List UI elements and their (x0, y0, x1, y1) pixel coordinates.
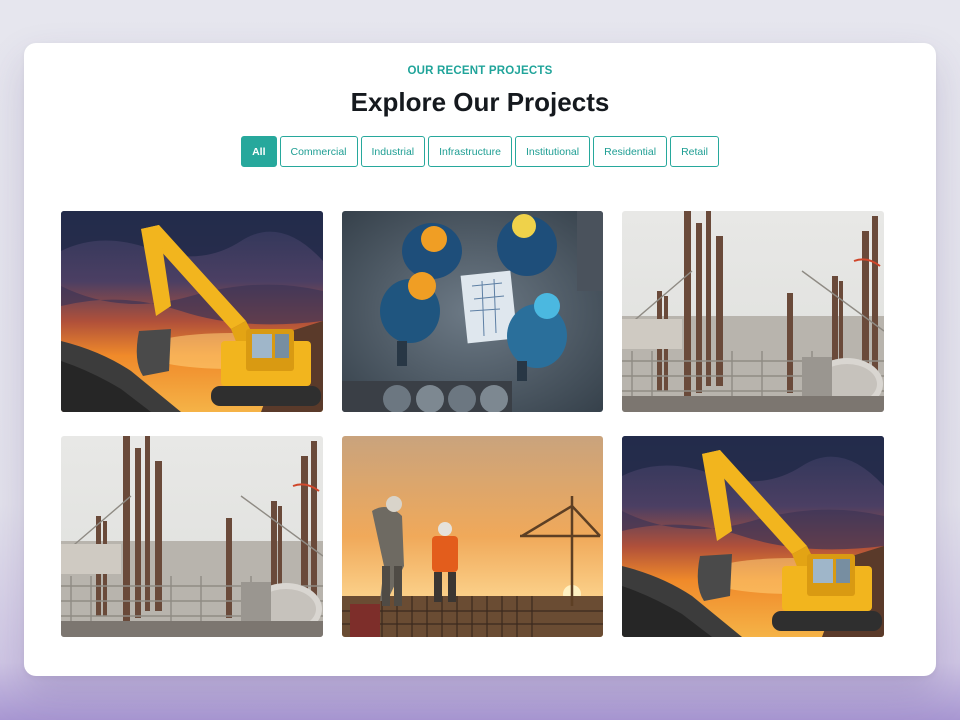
filter-institutional-button[interactable]: Institutional (514, 136, 591, 167)
engineers-crane-image (342, 436, 603, 637)
page-title: Explore Our Projects (350, 87, 610, 117)
project-gallery (61, 211, 885, 637)
excavator-image (61, 211, 323, 412)
project-thumbnail[interactable] (342, 211, 603, 412)
projects-card: OUR RECENT PROJECTS Explore Our Projects… (24, 43, 936, 676)
blueprint-workers-image (342, 211, 603, 412)
project-thumbnail[interactable] (622, 211, 884, 412)
project-filter-bar: All Commercial Industrial Infrastructure… (24, 136, 936, 167)
filter-residential-button[interactable]: Residential (593, 136, 668, 167)
project-thumbnail[interactable] (61, 436, 323, 637)
rebar-site-image (622, 211, 884, 412)
filter-industrial-button[interactable]: Industrial (360, 136, 426, 167)
project-thumbnail[interactable] (61, 211, 323, 412)
section-eyebrow: OUR RECENT PROJECTS (407, 65, 553, 77)
excavator-image (622, 436, 884, 637)
filter-all-button[interactable]: All (241, 136, 277, 167)
filter-retail-button[interactable]: Retail (670, 136, 719, 167)
project-thumbnail[interactable] (622, 436, 884, 637)
project-thumbnail[interactable] (342, 436, 603, 637)
filter-infrastructure-button[interactable]: Infrastructure (428, 136, 512, 167)
filter-commercial-button[interactable]: Commercial (279, 136, 358, 167)
rebar-site-image (61, 436, 323, 637)
